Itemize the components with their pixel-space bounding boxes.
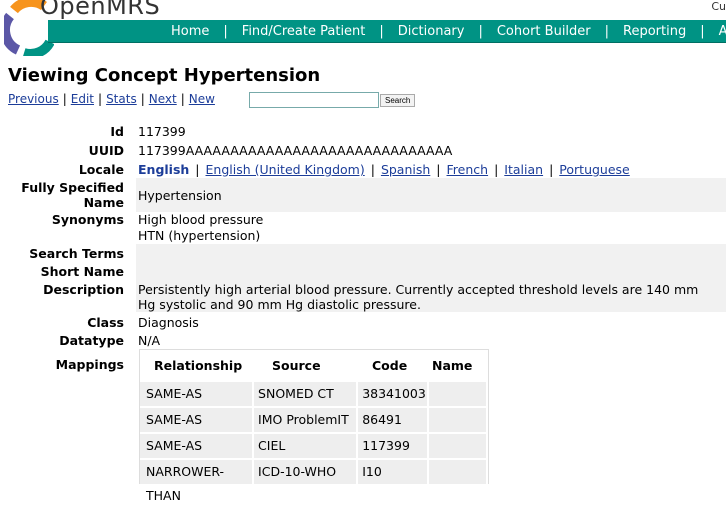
description-label: Description xyxy=(43,282,124,297)
action-separator: | xyxy=(98,92,103,106)
page-title: Viewing Concept Hypertension xyxy=(8,65,321,86)
table-cell: SAME-AS xyxy=(140,434,253,458)
synonyms-label: Synonyms xyxy=(51,212,124,227)
locale-separator: | xyxy=(549,162,554,177)
new-link[interactable]: New xyxy=(189,92,215,106)
locale-french[interactable]: French xyxy=(447,162,489,177)
column-header: Name xyxy=(432,357,473,373)
table-cell xyxy=(429,460,487,484)
column-header: Code xyxy=(372,357,408,373)
datatype-value: N/A xyxy=(138,333,161,348)
next-link[interactable]: Next xyxy=(149,92,177,106)
fsn-label-line1: Fully Specified xyxy=(21,180,124,195)
class-label: Class xyxy=(87,315,124,330)
locale-label: Locale xyxy=(78,162,124,177)
column-header: Source xyxy=(272,357,321,373)
table-cell: SAME-AS xyxy=(140,382,253,406)
mappings-label: Mappings xyxy=(55,357,124,372)
column-header: Relationship xyxy=(154,357,243,373)
nav-separator: | xyxy=(604,23,610,39)
table-cell: SAME-AS xyxy=(140,408,253,432)
table-cell: ICD-10-WHO xyxy=(254,460,357,484)
brand-name: OpenMRS xyxy=(40,0,161,20)
action-separator: | xyxy=(140,92,145,106)
fsn-row-bg xyxy=(136,178,726,212)
locale-portuguese[interactable]: Portuguese xyxy=(559,162,629,177)
locale-italian[interactable]: Italian xyxy=(504,162,543,177)
table-cell: I10 xyxy=(358,460,427,484)
nav-home[interactable]: Home xyxy=(171,24,209,39)
id-label: Id xyxy=(110,124,124,139)
table-row: SAME-AS CIEL 117399 xyxy=(140,434,488,458)
synonym-value: HTN (hypertension) xyxy=(138,228,261,243)
action-separator: | xyxy=(62,92,67,106)
nav-dictionary[interactable]: Dictionary xyxy=(398,24,465,39)
locale-separator: | xyxy=(195,162,200,177)
datatype-label: Datatype xyxy=(59,333,124,348)
table-row: SAME-AS IMO ProblemIT 86491 xyxy=(140,408,488,432)
previous-link[interactable]: Previous xyxy=(8,92,59,106)
table-cell: SNOMED CT xyxy=(254,382,357,406)
table-cell: NARROWER-THAN xyxy=(140,460,253,503)
synonym-value: High blood pressure xyxy=(138,212,264,227)
action-separator: | xyxy=(180,92,185,106)
nav-find-create-patient[interactable]: Find/Create Patient xyxy=(242,24,366,39)
table-cell: 117399 xyxy=(358,434,427,458)
nav-separator: | xyxy=(379,23,384,39)
locale-english-uk[interactable]: English (United Kingdom) xyxy=(206,162,365,177)
mappings-table: Relationship Source Code Name SAME-AS SN… xyxy=(139,349,489,503)
class-value: Diagnosis xyxy=(138,315,199,330)
table-cell xyxy=(429,434,487,458)
main-nav: Home | Find/Create Patient | Dictionary … xyxy=(48,20,726,43)
table-row: NARROWER-THAN ICD-10-WHO I10 xyxy=(140,460,488,503)
concept-search-input[interactable] xyxy=(249,92,379,108)
fsn-label-line2: Name xyxy=(83,195,124,210)
table-cell: CIEL xyxy=(254,434,357,458)
fsn-value: Hypertension xyxy=(138,188,222,203)
locale-separator: | xyxy=(494,162,499,177)
table-cell: IMO ProblemIT xyxy=(254,408,357,432)
concept-actions: Previous | Edit | Stats | Next | New xyxy=(8,92,215,106)
nav-reporting[interactable]: Reporting xyxy=(623,24,686,39)
locale-spanish[interactable]: Spanish xyxy=(381,162,430,177)
nav-cohort-builder[interactable]: Cohort Builder xyxy=(497,24,591,39)
table-cell xyxy=(429,408,487,432)
locale-separator: | xyxy=(370,162,375,177)
user-link[interactable]: Cu xyxy=(711,0,726,13)
uuid-label: UUID xyxy=(88,143,124,158)
table-row: SAME-AS SNOMED CT 38341003 xyxy=(140,382,488,406)
description-value: Persistently high arterial blood pressur… xyxy=(138,282,699,312)
id-value: 117399 xyxy=(138,124,186,139)
nav-separator: | xyxy=(478,23,483,39)
mappings-header-row: Relationship Source Code Name xyxy=(140,350,488,380)
search-button[interactable]: Search xyxy=(380,94,416,107)
nav-separator: | xyxy=(700,23,705,39)
nav-separator: | xyxy=(223,23,228,39)
locale-current: English xyxy=(138,162,190,177)
uuid-value: 117399AAAAAAAAAAAAAAAAAAAAAAAAAAAAAA xyxy=(138,143,453,158)
table-cell: 86491 xyxy=(358,408,427,432)
nav-admin[interactable]: A xyxy=(719,24,726,39)
short-name-label: Short Name xyxy=(40,264,124,279)
stats-link[interactable]: Stats xyxy=(106,92,137,106)
table-cell xyxy=(429,382,487,406)
table-cell: 38341003 xyxy=(358,382,427,406)
locale-selector: English | English (United Kingdom) | Spanish… xyxy=(138,162,630,177)
locale-separator: | xyxy=(436,162,441,177)
edit-link[interactable]: Edit xyxy=(71,92,94,106)
search-terms-row-bg xyxy=(136,244,726,280)
search-terms-label: Search Terms xyxy=(29,246,124,261)
